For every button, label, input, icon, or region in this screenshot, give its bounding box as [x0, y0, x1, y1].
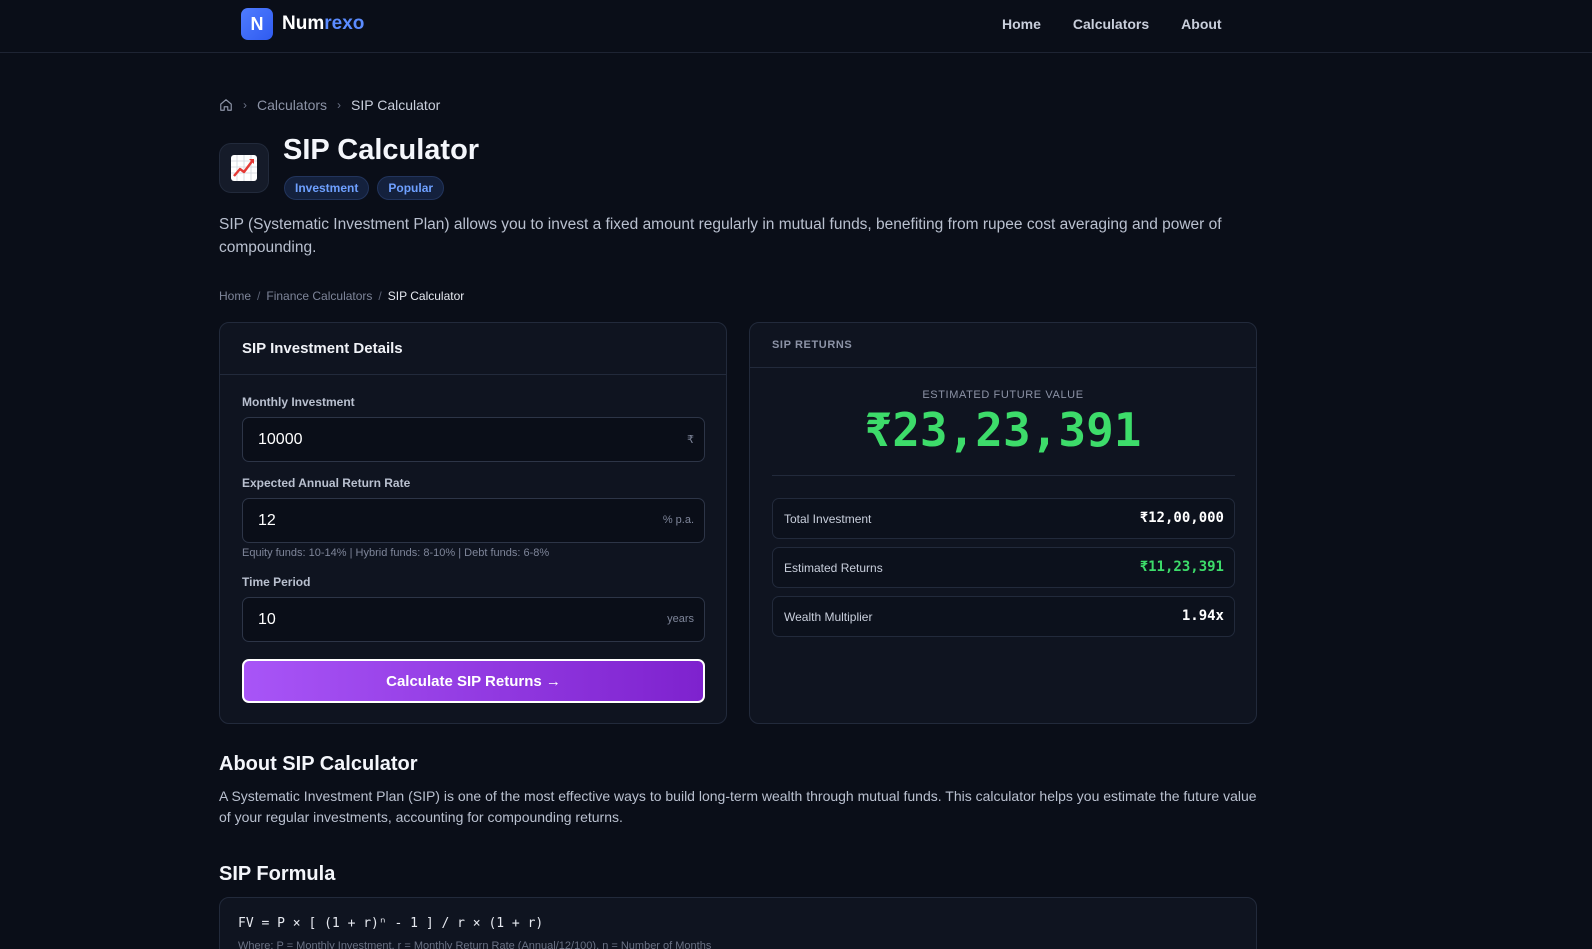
brand-name-part2: rexo: [324, 13, 365, 34]
breadcrumb: › Calculators › SIP Calculator: [219, 97, 440, 113]
estimated-returns-value: ₹11,23,391: [1139, 559, 1224, 575]
time-period-field: years: [242, 597, 705, 642]
time-period-input[interactable]: [243, 598, 704, 641]
nav-home-link[interactable]: Home: [1002, 16, 1041, 32]
breadcrumb2-home-link[interactable]: Home: [219, 289, 251, 303]
breadcrumb-current: SIP Calculator: [351, 97, 441, 113]
formula-expression: FV = P × [ (1 + r)ⁿ - 1 ] / r × (1 + r): [238, 916, 544, 931]
sip-form-card: SIP Investment Details Monthly Investmen…: [219, 322, 727, 724]
breadcrumb2-finance-link[interactable]: Finance Calculators: [266, 289, 372, 303]
form-card-title: SIP Investment Details: [220, 323, 726, 375]
nav-calculators-link[interactable]: Calculators: [1073, 16, 1149, 32]
brand-name: Numrexo: [282, 13, 364, 35]
return-rate-input[interactable]: [243, 499, 704, 542]
future-value-amount: ₹23,23,391: [864, 403, 1142, 457]
wealth-multiplier-value: 1.94x: [1181, 608, 1224, 624]
formula-heading: SIP Formula: [219, 863, 336, 885]
return-rate-label: Expected Annual Return Rate: [242, 476, 411, 490]
results-card-title: SIP RETURNS: [750, 323, 1256, 368]
estimated-returns-row: Estimated Returns ₹11,23,391: [772, 547, 1235, 588]
future-value-label: ESTIMATED FUTURE VALUE: [922, 389, 1084, 401]
results-divider: [772, 475, 1235, 476]
home-icon[interactable]: [219, 98, 233, 112]
tags: Investment Popular: [284, 176, 445, 200]
logo-mark-icon: N: [241, 8, 273, 40]
chevron-right-icon: ›: [337, 98, 342, 112]
time-period-label: Time Period: [242, 575, 311, 589]
nav-links: Home Calculators About: [1002, 16, 1254, 32]
estimated-returns-label: Estimated Returns: [784, 561, 883, 575]
total-investment-label: Total Investment: [784, 512, 872, 526]
brand-name-part1: Num: [282, 13, 325, 34]
rate-suffix: % p.a.: [662, 514, 694, 526]
brand-logo[interactable]: N Numrexo: [241, 8, 364, 40]
nav-about-link[interactable]: About: [1181, 16, 1221, 32]
breadcrumb2-current: SIP Calculator: [387, 289, 465, 303]
years-suffix: years: [667, 613, 694, 625]
breadcrumb-separator: /: [378, 289, 382, 303]
chart-trend-icon: [219, 143, 269, 193]
breadcrumb-calculators-link[interactable]: Calculators: [257, 97, 327, 113]
chevron-right-icon: ›: [243, 98, 247, 112]
page-title: SIP Calculator: [283, 134, 480, 166]
breadcrumb-secondary: Home / Finance Calculators / SIP Calcula…: [219, 289, 464, 303]
about-heading: About SIP Calculator: [219, 753, 418, 775]
wealth-multiplier-label: Wealth Multiplier: [784, 610, 873, 624]
breadcrumb-separator: /: [257, 289, 261, 303]
formula-note: Where: P = Monthly Investment, r = Month…: [238, 940, 712, 949]
top-navbar: N Numrexo Home Calculators About: [0, 0, 1592, 53]
tag-investment[interactable]: Investment: [284, 176, 370, 200]
return-rate-hint: Equity funds: 10-14% | Hybrid funds: 8-1…: [242, 547, 550, 559]
page-description: SIP (Systematic Investment Plan) allows …: [219, 216, 1222, 256]
wealth-multiplier-row: Wealth Multiplier 1.94x: [772, 596, 1235, 637]
about-text: A Systematic Investment Plan (SIP) is on…: [219, 788, 1257, 825]
monthly-investment-label: Monthly Investment: [242, 395, 355, 409]
total-investment-row: Total Investment ₹12,00,000: [772, 498, 1235, 539]
return-rate-field: % p.a.: [242, 498, 705, 543]
rupee-suffix: ₹: [687, 434, 694, 446]
tag-popular[interactable]: Popular: [377, 176, 445, 200]
calculate-button[interactable]: Calculate SIP Returns →: [242, 659, 705, 703]
sip-results-card: SIP RETURNS ESTIMATED FUTURE VALUE ₹23,2…: [749, 322, 1257, 724]
monthly-investment-field: ₹: [242, 417, 705, 462]
formula-box: FV = P × [ (1 + r)ⁿ - 1 ] / r × (1 + r) …: [219, 897, 1257, 949]
monthly-investment-input[interactable]: [243, 418, 704, 461]
total-investment-value: ₹12,00,000: [1139, 510, 1224, 526]
